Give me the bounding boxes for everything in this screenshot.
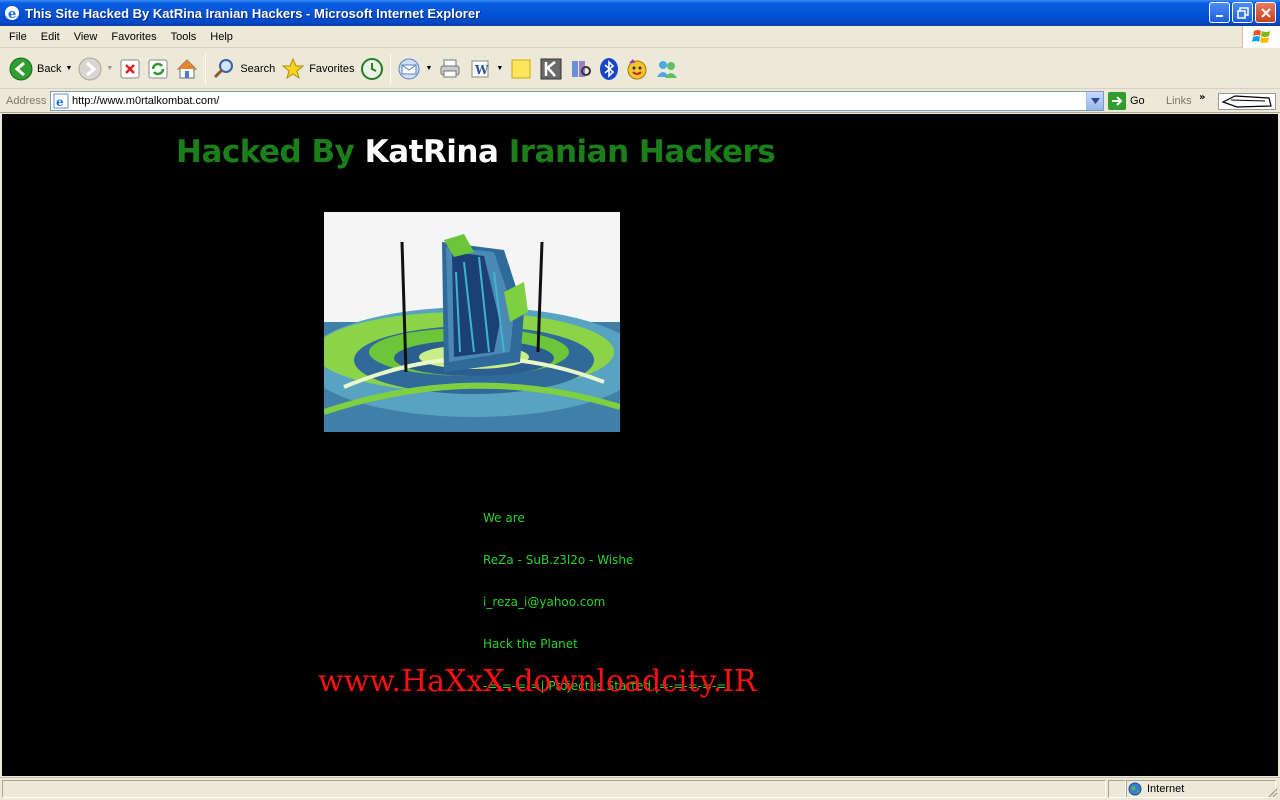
minimize-button[interactable]	[1209, 2, 1230, 23]
forward-button[interactable]: ▼	[75, 52, 116, 86]
menu-help[interactable]: Help	[203, 31, 240, 43]
note-button[interactable]	[506, 52, 536, 86]
security-zone: Internet	[1128, 782, 1184, 796]
info-line: Hack the Planet	[483, 637, 578, 651]
edit-button[interactable]: W ▼	[465, 52, 506, 86]
messenger-icon	[625, 57, 649, 81]
svg-text:W: W	[474, 63, 489, 77]
favorites-star-icon	[281, 57, 305, 81]
info-line: We are	[483, 511, 525, 525]
links-label[interactable]: Links	[1166, 95, 1192, 107]
contacts-button[interactable]	[652, 52, 682, 86]
back-button[interactable]: Back ▼	[6, 52, 75, 86]
ie-icon: e	[4, 5, 20, 21]
address-dropdown-button[interactable]	[1086, 92, 1103, 110]
search-icon	[212, 57, 236, 81]
url-input[interactable]	[72, 95, 1072, 107]
resize-grip-icon[interactable]	[1266, 786, 1278, 798]
mail-button[interactable]: ▼	[394, 52, 435, 86]
status-cell	[1108, 780, 1126, 798]
stop-icon	[119, 58, 141, 80]
print-icon	[438, 57, 462, 81]
bluetooth-icon	[599, 57, 619, 81]
menu-favorites[interactable]: Favorites	[104, 31, 163, 43]
info-line: i_reza_i@yahoo.com	[483, 595, 606, 609]
refresh-icon	[147, 58, 169, 80]
home-button[interactable]	[172, 52, 202, 86]
globe-icon	[1128, 782, 1142, 796]
home-icon	[175, 57, 199, 81]
back-icon	[9, 57, 33, 81]
refresh-button[interactable]	[144, 52, 172, 86]
menu-bar: File Edit View Favorites Tools Help	[0, 26, 1280, 48]
mail-icon	[397, 57, 421, 81]
status-bar: Internet	[0, 777, 1280, 800]
info-line: ReZa - SuB.z3l2o - Wishe	[483, 553, 634, 567]
menu-view[interactable]: View	[67, 31, 105, 43]
svg-text:e: e	[8, 7, 16, 21]
research-icon	[569, 57, 593, 81]
note-icon	[509, 57, 533, 81]
menu-file[interactable]: File	[0, 31, 34, 43]
favorites-button[interactable]: Favorites	[278, 52, 357, 86]
menu-tools[interactable]: Tools	[164, 31, 204, 43]
history-button[interactable]	[357, 52, 387, 86]
back-dropdown-icon[interactable]: ▼	[65, 65, 72, 72]
forward-icon	[78, 57, 102, 81]
svg-text:e: e	[56, 95, 64, 109]
window-title: This Site Hacked By KatRina Iranian Hack…	[25, 5, 481, 21]
messenger-button[interactable]	[622, 52, 652, 86]
edit-icon: W	[468, 57, 492, 81]
standard-toolbar: Back ▼ ▼ Search Favorites ▼ W ▼	[0, 49, 1280, 89]
address-field[interactable]: e	[50, 91, 1104, 111]
bluetooth-button[interactable]	[596, 52, 622, 86]
contacts-icon	[655, 57, 679, 81]
k-button[interactable]	[536, 52, 566, 86]
forward-dropdown-icon[interactable]: ▼	[106, 65, 113, 72]
page-content: Hacked By KatRina Iranian Hackers We are…	[2, 114, 1278, 776]
hero-image	[304, 212, 644, 432]
page-icon: e	[53, 93, 69, 109]
search-button[interactable]: Search	[209, 52, 278, 86]
edit-dropdown-icon[interactable]: ▼	[496, 65, 503, 72]
address-label: Address	[6, 95, 47, 107]
go-button[interactable]: Go	[1108, 92, 1145, 110]
address-bar: Address e Go Links »	[0, 90, 1280, 113]
links-chevron-icon[interactable]: »	[1199, 92, 1205, 103]
close-button[interactable]	[1255, 2, 1276, 23]
windows-logo-icon	[1242, 26, 1280, 48]
go-arrow-icon	[1108, 92, 1126, 110]
stop-button[interactable]	[116, 52, 144, 86]
research-button[interactable]	[566, 52, 596, 86]
title-bar[interactable]: e This Site Hacked By KatRina Iranian Ha…	[0, 0, 1280, 26]
k-icon	[539, 57, 563, 81]
restore-button[interactable]	[1232, 2, 1253, 23]
history-icon	[360, 57, 384, 81]
toolbar-band-icon[interactable]	[1218, 93, 1276, 110]
site-link[interactable]: www.HaXxX.downloadcity.IR	[318, 664, 757, 699]
menu-edit[interactable]: Edit	[34, 31, 67, 43]
mail-dropdown-icon[interactable]: ▼	[425, 65, 432, 72]
page-headline: Hacked By KatRina Iranian Hackers	[176, 134, 776, 170]
print-button[interactable]	[435, 52, 465, 86]
status-text-cell	[2, 780, 1106, 798]
